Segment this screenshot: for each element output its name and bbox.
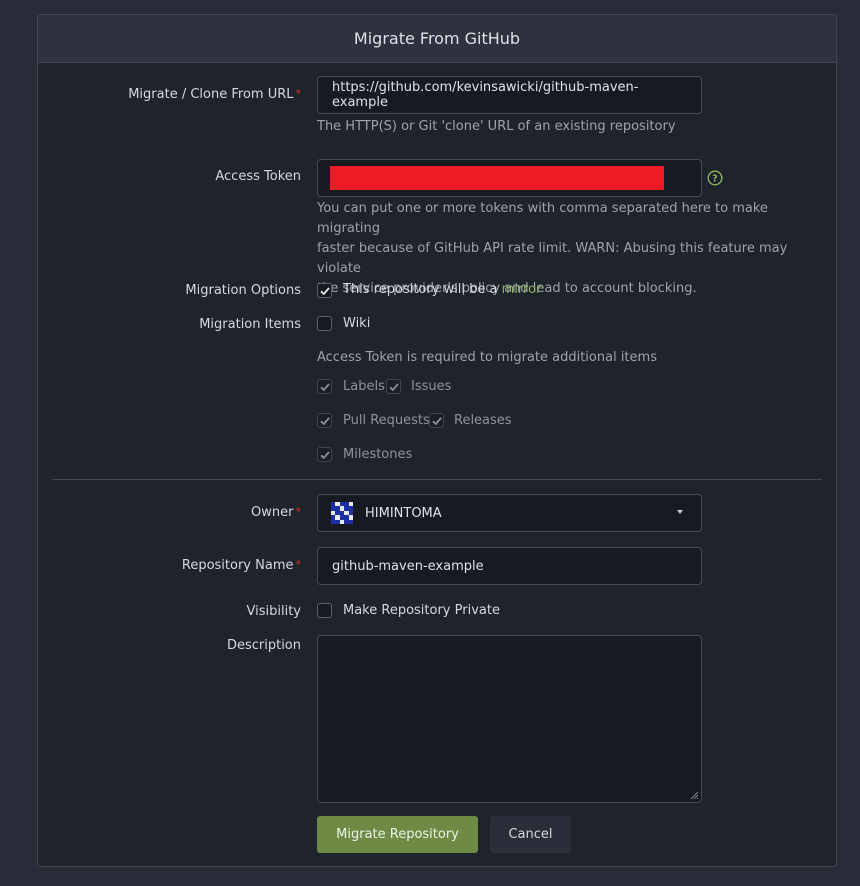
section-divider: [52, 479, 822, 480]
repository-name-label: Repository Name *: [181, 558, 302, 573]
clone-url-help: The HTTP(S) or Git 'clone' URL of an exi…: [317, 119, 676, 134]
mirror-checkbox[interactable]: [317, 283, 332, 298]
required-mark: *: [295, 558, 302, 571]
releases-checkbox-label: Releases: [454, 413, 512, 428]
panel-header: Migrate From GitHub: [38, 15, 836, 63]
check-icon: [319, 382, 330, 391]
access-token-label: Access Token: [215, 169, 301, 184]
migration-options-label: Migration Options: [185, 283, 301, 298]
wiki-checkbox-label[interactable]: Wiki: [343, 316, 370, 331]
repository-name-value: github-maven-example: [332, 558, 484, 574]
releases-checkbox: [429, 413, 444, 428]
mirror-checkbox-label[interactable]: This repository will be a mirror: [343, 282, 541, 297]
check-icon: [319, 286, 330, 295]
labels-checkbox-label: Labels: [343, 379, 385, 394]
check-icon: [319, 416, 330, 425]
items-note: Access Token is required to migrate addi…: [317, 350, 657, 365]
repository-name-input[interactable]: github-maven-example: [317, 547, 702, 585]
issues-checkbox: [386, 379, 401, 394]
mirror-link[interactable]: mirror: [502, 282, 542, 297]
migration-items-label: Migration Items: [199, 317, 301, 332]
issues-checkbox-label: Issues: [411, 379, 452, 394]
clone-url-label: Migrate / Clone From URL *: [128, 87, 301, 102]
wiki-checkbox[interactable]: [317, 316, 332, 331]
svg-text:?: ?: [712, 174, 718, 185]
migration-panel: Migrate From GitHub Migrate / Clone From…: [37, 14, 837, 867]
chevron-down-icon: [677, 510, 683, 514]
page-title: Migrate From GitHub: [353, 29, 521, 48]
description-label: Description: [226, 638, 301, 653]
description-textarea[interactable]: [317, 635, 702, 803]
check-icon: [319, 450, 330, 459]
migrate-repository-button[interactable]: Migrate Repository: [317, 816, 478, 853]
private-checkbox-label[interactable]: Make Repository Private: [343, 603, 500, 618]
pull-requests-checkbox: [317, 413, 332, 428]
clone-url-value: https://github.com/kevinsawicki/github-m…: [332, 80, 639, 110]
owner-value: HIMINTOMA: [365, 505, 442, 521]
help-question-icon[interactable]: ?: [707, 170, 723, 186]
visibility-label: Visibility: [246, 604, 301, 619]
cancel-button[interactable]: Cancel: [490, 816, 571, 853]
clone-url-input[interactable]: https://github.com/kevinsawicki/github-m…: [317, 76, 702, 114]
required-mark: *: [295, 87, 302, 100]
pull-requests-checkbox-label: Pull Requests: [343, 413, 430, 428]
token-redaction: [330, 166, 664, 190]
check-icon: [388, 382, 399, 391]
check-icon: [431, 416, 442, 425]
owner-avatar: [331, 502, 353, 524]
owner-label: Owner *: [251, 505, 301, 520]
milestones-checkbox: [317, 447, 332, 462]
owner-dropdown[interactable]: HIMINTOMA: [317, 494, 702, 532]
resize-handle-icon[interactable]: [689, 790, 699, 800]
milestones-checkbox-label: Milestones: [343, 447, 413, 462]
private-checkbox[interactable]: [317, 603, 332, 618]
access-token-input[interactable]: [317, 159, 702, 197]
required-mark: *: [295, 505, 302, 518]
labels-checkbox: [317, 379, 332, 394]
